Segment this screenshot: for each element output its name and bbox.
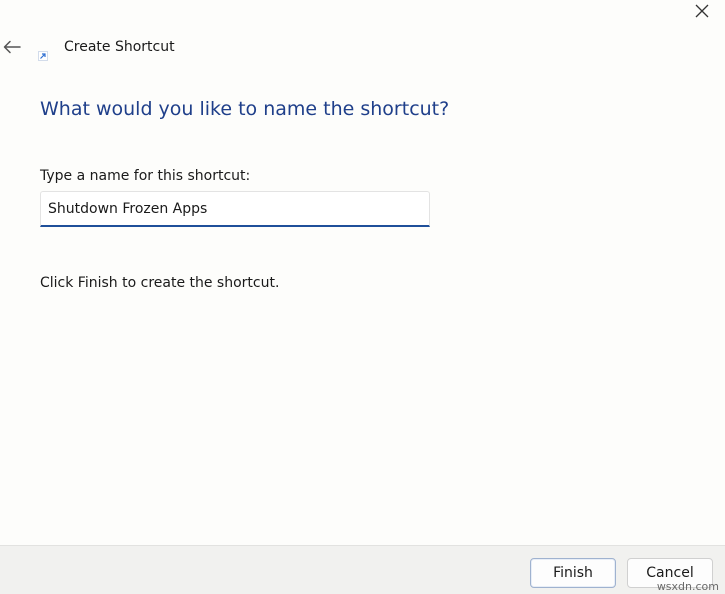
back-button[interactable]	[2, 36, 22, 58]
finish-hint-text: Click Finish to create the shortcut.	[40, 275, 280, 291]
shortcut-name-input[interactable]	[40, 191, 430, 227]
close-icon	[695, 4, 709, 18]
close-button[interactable]	[679, 0, 725, 22]
window-title: Create Shortcut	[64, 39, 175, 55]
back-arrow-icon	[3, 40, 21, 54]
shortcut-name-label: Type a name for this shortcut:	[40, 168, 251, 184]
footer-bar: Finish Cancel wsxdn.com	[0, 545, 725, 594]
finish-button[interactable]: Finish	[530, 558, 616, 588]
page-heading: What would you like to name the shortcut…	[40, 98, 450, 120]
watermark-text: wsxdn.com	[656, 580, 719, 593]
shortcut-arrow-icon	[38, 46, 48, 61]
create-shortcut-window: Create Shortcut What would you like to n…	[0, 0, 725, 594]
